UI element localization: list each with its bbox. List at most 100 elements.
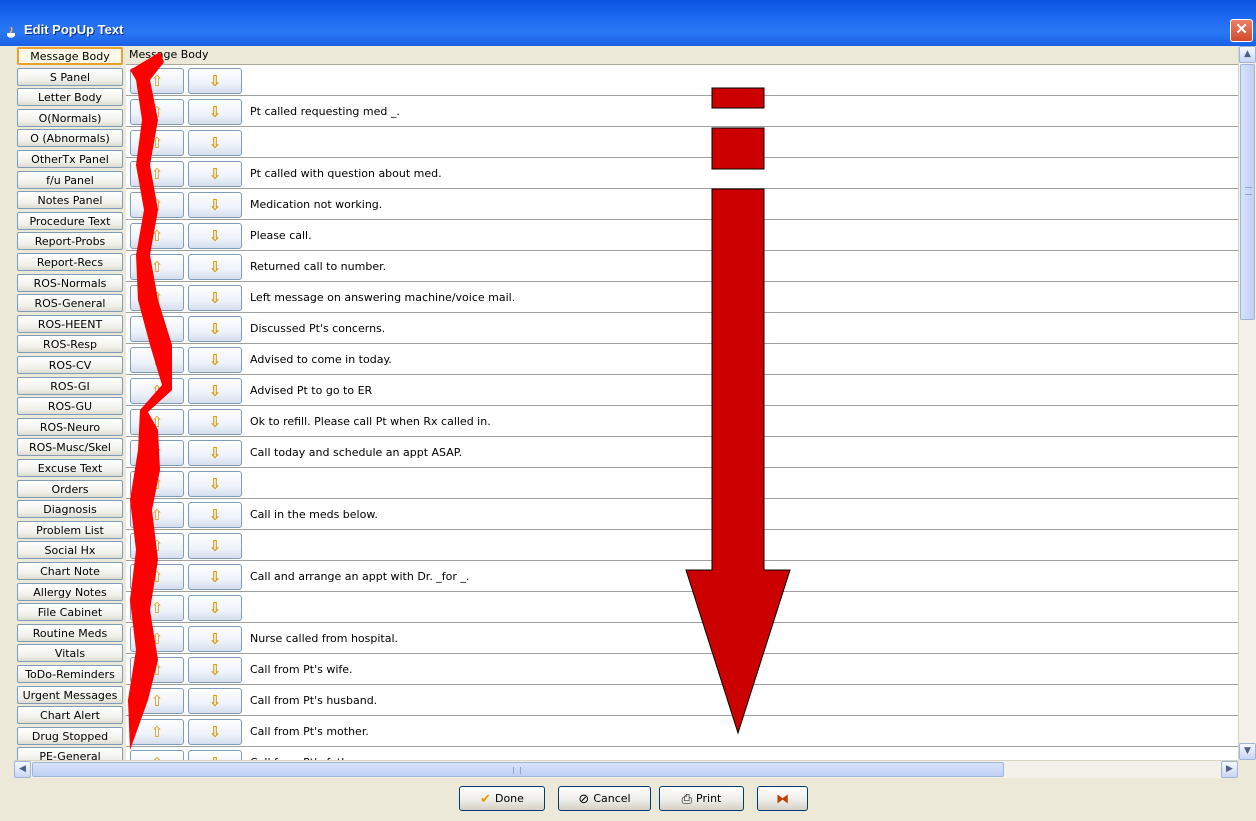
- category-button[interactable]: ROS-GI: [17, 376, 123, 395]
- table-row[interactable]: ⇧ ⇩: [126, 468, 1238, 499]
- move-up-button[interactable]: ⇧: [130, 595, 184, 621]
- move-up-button[interactable]: ⇧: [130, 564, 184, 590]
- category-button[interactable]: Chart Note: [17, 562, 123, 580]
- category-button[interactable]: Urgent Messages: [17, 685, 123, 704]
- category-button[interactable]: OtherTx Panel: [17, 150, 123, 168]
- move-up-button[interactable]: ⇧: [130, 378, 184, 404]
- category-button[interactable]: Procedure Text: [17, 211, 123, 230]
- table-row[interactable]: ⇧ ⇩: [126, 592, 1238, 623]
- table-row[interactable]: ⇧ ⇩: [126, 530, 1238, 561]
- category-button[interactable]: ROS-Musc/Skel: [17, 438, 123, 457]
- category-button[interactable]: Chart Alert: [17, 706, 123, 725]
- table-row[interactable]: ⇧ ⇩ Pt called with question about med.: [126, 158, 1238, 189]
- table-row[interactable]: ⇧ ⇩ Call and arrange an appt with Dr. _for…: [126, 561, 1238, 592]
- category-button[interactable]: ToDo-Reminders: [17, 665, 123, 683]
- move-down-button[interactable]: ⇩: [188, 564, 242, 590]
- move-up-button[interactable]: ⇧: [130, 316, 184, 342]
- table-row[interactable]: ⇧ ⇩: [126, 127, 1238, 158]
- category-button[interactable]: File Cabinet: [17, 603, 123, 622]
- table-row[interactable]: ⇧ ⇩ Call from Pt's wife.: [126, 654, 1238, 685]
- table-row[interactable]: ⇧ ⇩ Call from Pt's mother.: [126, 716, 1238, 747]
- exit-button[interactable]: ⧓: [757, 786, 808, 811]
- category-button[interactable]: Diagnosis: [17, 500, 123, 519]
- move-down-button[interactable]: ⇩: [188, 130, 242, 156]
- popup-text-cell[interactable]: Call and arrange an appt with Dr. _for _…: [250, 570, 469, 583]
- move-up-button[interactable]: ⇧: [130, 409, 184, 435]
- popup-text-cell[interactable]: Call today and schedule an appt ASAP.: [250, 446, 462, 459]
- popup-text-cell[interactable]: Returned call to number.: [250, 260, 386, 273]
- table-row[interactable]: ⇧ ⇩ Pt called requesting med _.: [126, 96, 1238, 127]
- cancel-button[interactable]: ⊘ Cancel: [558, 786, 651, 811]
- move-up-button[interactable]: ⇧: [130, 719, 184, 745]
- category-button[interactable]: f/u Panel: [17, 170, 123, 189]
- table-row[interactable]: ⇧ ⇩: [126, 65, 1238, 96]
- category-button[interactable]: ROS-Normals: [17, 273, 123, 292]
- category-button[interactable]: Report-Recs: [17, 253, 123, 271]
- category-button[interactable]: Routine Meds: [17, 623, 123, 642]
- popup-text-cell[interactable]: Ok to refill. Please call Pt when Rx cal…: [250, 415, 491, 428]
- scroll-up-button[interactable]: ▲: [1239, 46, 1256, 63]
- move-down-button[interactable]: ⇩: [188, 161, 242, 187]
- scroll-left-button[interactable]: ◀: [14, 761, 31, 778]
- move-up-button[interactable]: ⇧: [130, 626, 184, 652]
- table-row[interactable]: ⇧ ⇩ Ok to refill. Please call Pt when Rx c…: [126, 406, 1238, 437]
- move-up-button[interactable]: ⇧: [130, 750, 184, 760]
- table-row[interactable]: ⇧ ⇩ Advised Pt to go to ER: [126, 375, 1238, 406]
- move-down-button[interactable]: ⇩: [188, 688, 242, 714]
- popup-text-cell[interactable]: Call from Pt's husband.: [250, 694, 377, 707]
- move-down-button[interactable]: ⇩: [188, 68, 242, 94]
- move-down-button[interactable]: ⇩: [188, 254, 242, 280]
- move-up-button[interactable]: ⇧: [130, 130, 184, 156]
- done-button[interactable]: ✔ Done: [459, 786, 545, 811]
- move-up-button[interactable]: ⇧: [130, 688, 184, 714]
- table-row[interactable]: ⇧ ⇩ Please call.: [126, 220, 1238, 251]
- category-button[interactable]: ROS-GU: [17, 397, 123, 416]
- table-row[interactable]: ⇧ ⇩ Advised to come in today.: [126, 344, 1238, 375]
- move-up-button[interactable]: ⇧: [130, 285, 184, 311]
- popup-text-cell[interactable]: Please call.: [250, 229, 312, 242]
- table-row[interactable]: ⇧⇩Call from Pt's father: [126, 747, 1238, 760]
- category-button[interactable]: Report-Probs: [17, 232, 123, 251]
- category-button[interactable]: ROS-CV: [17, 356, 123, 374]
- move-down-button[interactable]: ⇩: [188, 316, 242, 342]
- popup-text-cell[interactable]: Left message on answering machine/voice …: [250, 291, 515, 304]
- move-up-button[interactable]: ⇧: [130, 192, 184, 218]
- move-down-button[interactable]: ⇩: [188, 223, 242, 249]
- table-row[interactable]: ⇧ ⇩ Call from Pt's husband.: [126, 685, 1238, 716]
- category-button[interactable]: Orders: [17, 479, 123, 498]
- category-button[interactable]: Excuse Text: [17, 459, 123, 477]
- move-down-button[interactable]: ⇩: [188, 192, 242, 218]
- table-row[interactable]: ⇧ ⇩ Call in the meds below.: [126, 499, 1238, 530]
- category-button[interactable]: S Panel: [17, 67, 123, 86]
- move-down-button[interactable]: ⇩: [188, 750, 242, 760]
- vertical-scrollbar[interactable]: ▲ ▼: [1238, 46, 1256, 760]
- move-up-button[interactable]: ⇧: [130, 471, 184, 497]
- move-down-button[interactable]: ⇩: [188, 99, 242, 125]
- move-down-button[interactable]: ⇩: [188, 533, 242, 559]
- category-button[interactable]: ROS-Resp: [17, 335, 123, 354]
- move-down-button[interactable]: ⇩: [188, 626, 242, 652]
- move-up-button[interactable]: ⇧: [130, 161, 184, 187]
- category-button[interactable]: O(Normals): [17, 108, 123, 127]
- move-up-button[interactable]: ⇧: [130, 657, 184, 683]
- popup-text-cell[interactable]: Call from Pt's mother.: [250, 725, 369, 738]
- scroll-down-button[interactable]: ▼: [1239, 743, 1256, 760]
- category-button[interactable]: ROS-General: [17, 294, 123, 313]
- move-down-button[interactable]: ⇩: [188, 657, 242, 683]
- move-down-button[interactable]: ⇩: [188, 440, 242, 466]
- move-up-button[interactable]: ⇧: [130, 223, 184, 249]
- category-button[interactable]: O (Abnormals): [17, 129, 123, 148]
- category-button[interactable]: Letter Body: [17, 88, 123, 107]
- move-up-button[interactable]: ⇧: [130, 68, 184, 94]
- scroll-right-button[interactable]: ▶: [1221, 761, 1238, 778]
- move-down-button[interactable]: ⇩: [188, 595, 242, 621]
- popup-text-cell[interactable]: Advised Pt to go to ER: [250, 384, 372, 397]
- move-down-button[interactable]: ⇩: [188, 502, 242, 528]
- horizontal-scrollbar[interactable]: ◀ ▶: [14, 760, 1238, 778]
- table-row[interactable]: ⇧ ⇩ Returned call to number.: [126, 251, 1238, 282]
- move-up-button[interactable]: ⇧: [130, 533, 184, 559]
- move-up-button[interactable]: ⇧: [130, 502, 184, 528]
- popup-text-cell[interactable]: Pt called with question about med.: [250, 167, 442, 180]
- category-button[interactable]: Allergy Notes: [17, 582, 123, 601]
- popup-text-cell[interactable]: Discussed Pt's concerns.: [250, 322, 385, 335]
